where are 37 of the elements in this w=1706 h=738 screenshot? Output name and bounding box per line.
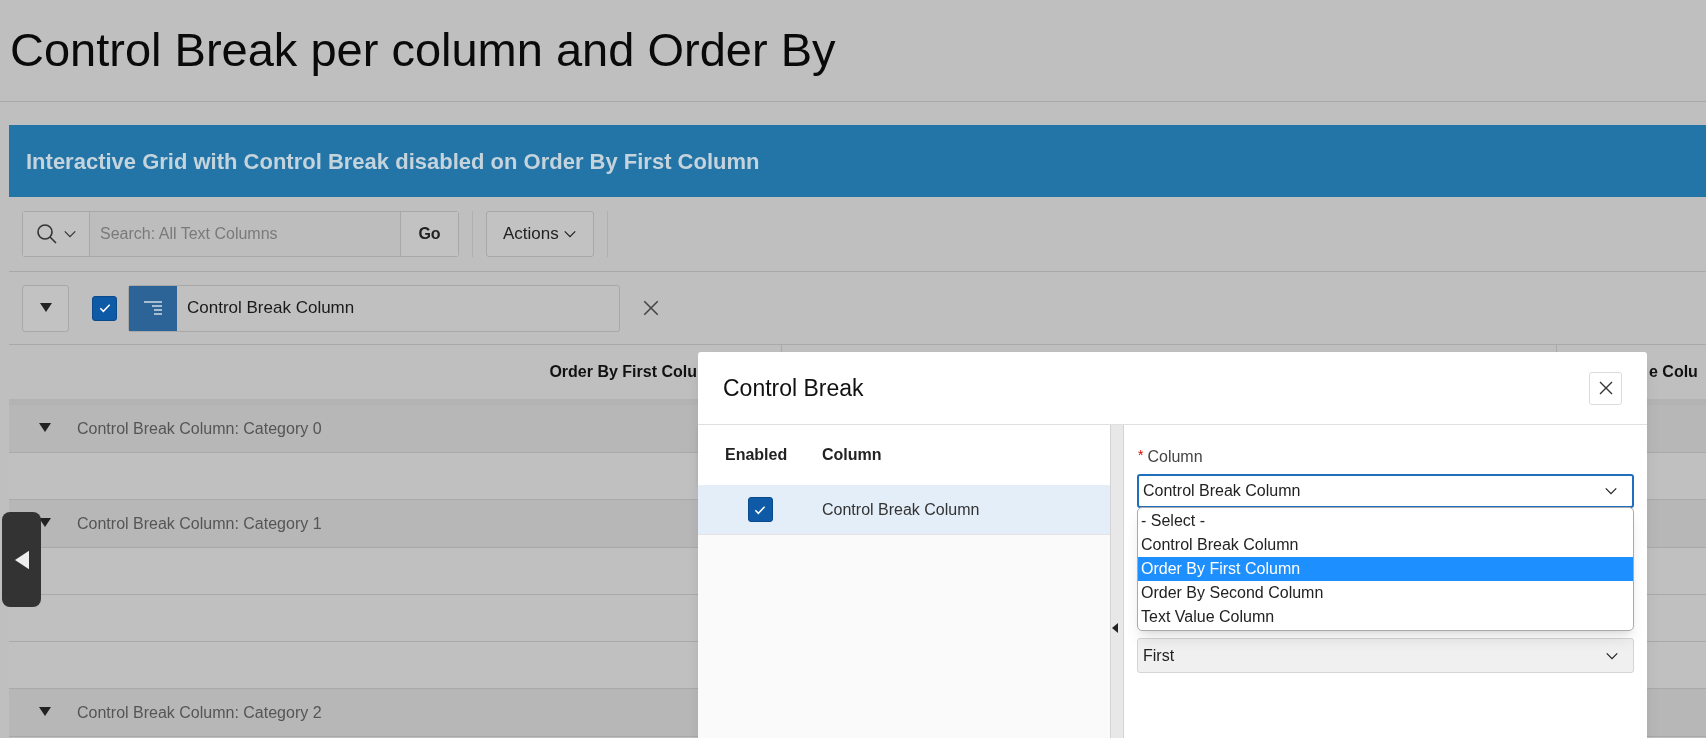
- splitter-arrow-icon[interactable]: [1112, 623, 1118, 633]
- region-title: Interactive Grid with Control Break disabled on Order By First Column: [26, 147, 760, 176]
- field-label: Column: [1147, 447, 1203, 467]
- dropdown-option[interactable]: Control Break Column: [1138, 533, 1633, 557]
- control-break-field[interactable]: Control Break Column: [128, 284, 620, 332]
- checkbox[interactable]: [92, 295, 117, 321]
- dropdown-option[interactable]: - Select -: [1138, 509, 1633, 533]
- caret-icon: [39, 303, 52, 313]
- control-break-icon: [129, 285, 177, 331]
- actions-button[interactable]: Actions: [486, 211, 594, 257]
- close-button[interactable]: [1589, 371, 1622, 405]
- search-options-button[interactable]: [23, 212, 90, 256]
- search-icon: [35, 222, 59, 246]
- column-header[interactable]: e Colu: [1649, 360, 1698, 384]
- search-bar[interactable]: Search: All Text Columns Go: [22, 211, 459, 257]
- close-icon: [1597, 380, 1614, 396]
- left-arrow-icon: [14, 549, 29, 570]
- dropdown-option[interactable]: Order By Second Column: [1138, 581, 1633, 605]
- column-header: Column: [821, 445, 882, 465]
- close-icon[interactable]: [642, 299, 660, 317]
- go-button[interactable]: Go: [400, 212, 458, 256]
- table-cell-text: Control Break Column: [822, 499, 980, 520]
- column-header[interactable]: Order By First Colu: [549, 360, 697, 384]
- side-handle[interactable]: [2, 512, 41, 607]
- group-label: Control Break Column: Category 2: [77, 702, 322, 723]
- select-field[interactable]: First: [1137, 638, 1634, 673]
- group-label: Control Break Column: Category 1: [77, 513, 322, 534]
- required-marker: *: [1138, 446, 1144, 465]
- page-title: Control Break per column and Order By: [10, 22, 836, 79]
- group-label: Control Break Column: Category 0: [77, 418, 322, 439]
- list-row[interactable]: Control Break Column: [698, 485, 1110, 535]
- dropdown-option[interactable]: Text Value Column: [1138, 605, 1633, 629]
- search-field[interactable]: Search: All Text Columns: [90, 212, 400, 256]
- column-header: Enabled: [724, 445, 789, 465]
- dialog-title: Control Break: [723, 373, 864, 403]
- collapse-toggle-button[interactable]: [22, 284, 69, 332]
- checkbox[interactable]: [747, 497, 773, 522]
